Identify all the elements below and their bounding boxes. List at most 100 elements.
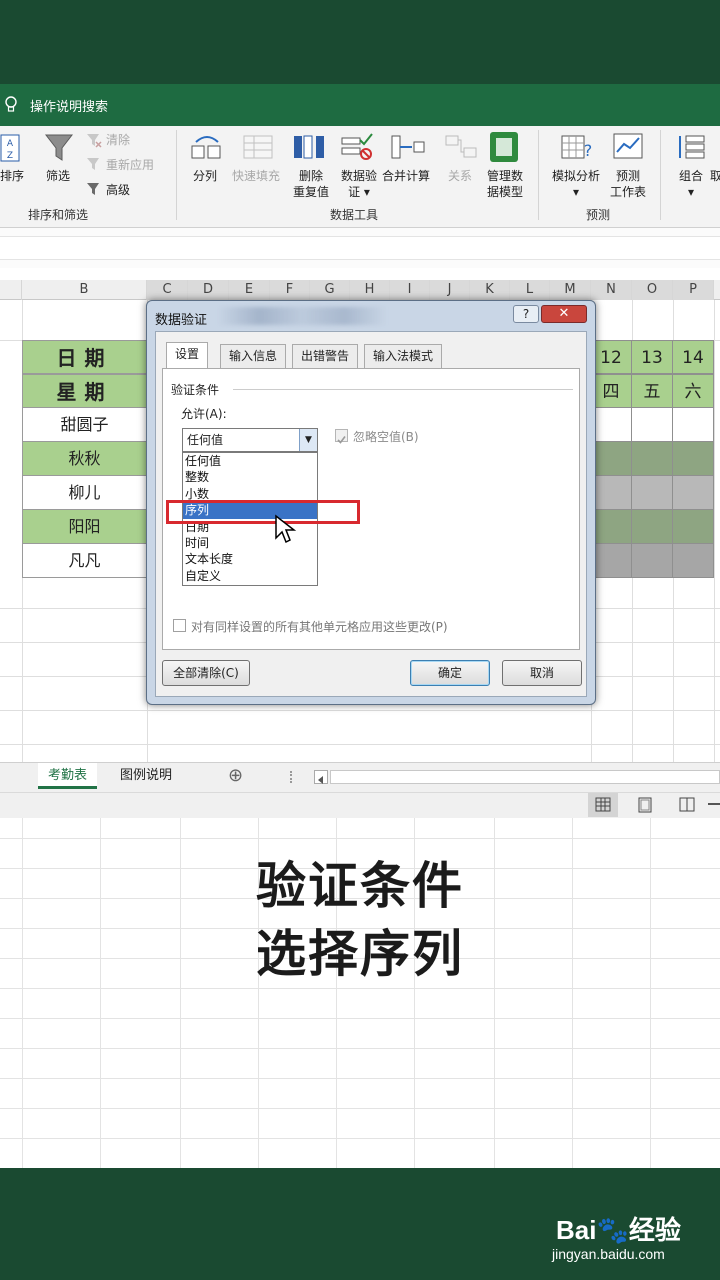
close-button[interactable]: ✕: [541, 305, 587, 323]
attendance-cell[interactable]: [591, 544, 632, 578]
column-header[interactable]: P: [673, 280, 714, 300]
day-number-cell[interactable]: 14: [673, 340, 714, 374]
group-button[interactable]: 组合 ▾: [676, 168, 706, 200]
allow-dropdown[interactable]: 任何值 ▼: [182, 428, 318, 452]
tab-error-alert[interactable]: 出错警告: [292, 344, 359, 368]
ok-button[interactable]: 确定: [410, 660, 490, 686]
normal-view-icon[interactable]: [588, 793, 618, 817]
cancel-button[interactable]: 取消: [502, 660, 582, 686]
page-layout-view-icon[interactable]: [630, 793, 660, 817]
gridline: [0, 710, 720, 711]
weekday-cell[interactable]: 六: [673, 374, 714, 408]
sort-button[interactable]: 排序: [0, 168, 24, 184]
column-header[interactable]: F: [270, 280, 310, 300]
weekday-cell[interactable]: 五: [632, 374, 673, 408]
consolidate-button[interactable]: 合并计算: [382, 168, 430, 184]
attendance-cell[interactable]: [673, 476, 714, 510]
column-header[interactable]: M: [550, 280, 591, 300]
attendance-cell[interactable]: [632, 544, 673, 578]
sheet-tab-legend[interactable]: 图例说明: [110, 763, 182, 789]
attendance-cell[interactable]: [591, 510, 632, 544]
text-to-columns-button[interactable]: 分列: [193, 168, 217, 184]
scroll-left-icon[interactable]: [314, 770, 328, 784]
option-custom[interactable]: 自定义: [183, 568, 317, 584]
zoom-minus-icon[interactable]: [708, 803, 720, 805]
column-header[interactable]: B: [22, 280, 147, 300]
data-validation-button[interactable]: 数据验 证 ▾: [338, 168, 380, 200]
tab-settings[interactable]: 设置: [166, 342, 209, 369]
attendance-cell[interactable]: [632, 510, 673, 544]
option-any-value[interactable]: 任何值: [183, 453, 317, 469]
reapply-button[interactable]: 重新应用: [106, 157, 154, 173]
attendance-cell[interactable]: [632, 442, 673, 476]
header-cell-date[interactable]: 日期: [22, 340, 147, 374]
page-break-view-icon[interactable]: [672, 793, 702, 817]
employee-name-cell[interactable]: 凡凡: [22, 544, 147, 578]
weekday-cell[interactable]: 四: [591, 374, 632, 408]
column-header[interactable]: K: [470, 280, 510, 300]
remove-duplicates-button[interactable]: 删除 重复值: [290, 168, 332, 200]
ignore-blank-checkbox[interactable]: [335, 429, 348, 444]
column-header[interactable]: J: [430, 280, 470, 300]
forecast-sheet-button[interactable]: 预测 工作表: [606, 168, 650, 200]
watermark-brand: Bai🐾经验: [556, 1215, 681, 1245]
blurred-region: [217, 307, 387, 325]
corner-cell[interactable]: [0, 280, 22, 300]
manage-data-model-button[interactable]: 管理数 据模型: [484, 168, 526, 200]
group-label-data-tools: 数据工具: [330, 208, 379, 222]
employee-name-cell[interactable]: 甜圆子: [22, 408, 147, 442]
employee-name-cell[interactable]: 秋秋: [22, 442, 147, 476]
relationships-button[interactable]: 关系: [448, 168, 472, 184]
formula-bar[interactable]: [0, 236, 720, 260]
option-whole-number[interactable]: 整数: [183, 469, 317, 485]
attendance-cell[interactable]: [632, 408, 673, 442]
option-text-length[interactable]: 文本长度: [183, 551, 317, 567]
attendance-cell[interactable]: [591, 476, 632, 510]
attendance-cell[interactable]: [673, 510, 714, 544]
sheet-tab-attendance[interactable]: 考勤表: [38, 763, 98, 789]
column-header[interactable]: H: [350, 280, 390, 300]
group-label-forecast: 预测: [586, 208, 611, 222]
horizontal-scrollbar[interactable]: [330, 770, 720, 784]
group-separator: [176, 130, 177, 220]
apply-all-checkbox[interactable]: [173, 619, 186, 632]
attendance-cell[interactable]: [673, 544, 714, 578]
employee-name-cell[interactable]: 柳儿: [22, 476, 147, 510]
column-header[interactable]: E: [229, 280, 270, 300]
attendance-cell[interactable]: [673, 442, 714, 476]
status-bar: [0, 792, 720, 818]
dropdown-arrow-icon[interactable]: ▼: [299, 429, 317, 451]
clear-button[interactable]: 清除: [106, 132, 130, 148]
day-number-cell[interactable]: 13: [632, 340, 673, 374]
caption-line-2: 选择序列: [256, 924, 464, 983]
tell-me-search[interactable]: 操作说明搜索: [30, 96, 108, 115]
ungroup-button-partial[interactable]: 取: [710, 168, 720, 184]
column-header[interactable]: I: [390, 280, 430, 300]
what-if-analysis-button[interactable]: 模拟分析 ▾: [548, 168, 604, 200]
attendance-cell[interactable]: [632, 476, 673, 510]
tab-ime-mode[interactable]: 输入法模式: [364, 344, 443, 368]
help-button[interactable]: ?: [513, 305, 539, 323]
attendance-cell[interactable]: [591, 442, 632, 476]
filter-button[interactable]: 筛选: [46, 168, 70, 184]
header-cell-weekday[interactable]: 星期: [22, 374, 147, 408]
tab-input-message[interactable]: 输入信息: [220, 344, 287, 368]
employee-name-cell[interactable]: 阳阳: [22, 510, 147, 544]
column-header[interactable]: C: [147, 280, 188, 300]
add-sheet-icon[interactable]: ⊕: [218, 763, 253, 789]
allow-dropdown-value: 任何值: [187, 433, 224, 447]
column-header[interactable]: L: [510, 280, 550, 300]
relationships-icon: [445, 135, 477, 158]
clear-all-button[interactable]: 全部清除(C): [162, 660, 250, 686]
advanced-button[interactable]: 高级: [106, 182, 130, 198]
day-number-cell[interactable]: 12: [591, 340, 632, 374]
caption-line-1: 验证条件: [256, 856, 464, 915]
column-header[interactable]: G: [310, 280, 350, 300]
column-header[interactable]: D: [188, 280, 229, 300]
attendance-cell[interactable]: [673, 408, 714, 442]
tab-splitter-handle[interactable]: [290, 771, 294, 783]
column-header[interactable]: O: [632, 280, 673, 300]
attendance-cell[interactable]: [591, 408, 632, 442]
flash-fill-button[interactable]: 快速填充: [232, 168, 280, 184]
column-header[interactable]: N: [591, 280, 632, 300]
